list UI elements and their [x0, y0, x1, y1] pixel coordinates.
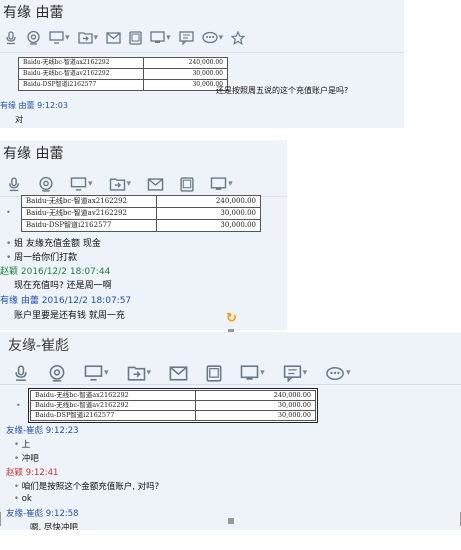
camera-icon[interactable] — [38, 176, 54, 192]
table-row: Baidu-无线bc-智道av2162292 30,000.00 — [21, 207, 261, 220]
account-name: Baidu-DSP智道i2162577 — [18, 79, 144, 91]
account-amount: 30,000.00 — [156, 219, 261, 232]
chat-title: 友缘-崔彪 — [8, 338, 70, 354]
message-text: • 冲吧 — [14, 454, 39, 464]
camera-icon[interactable] — [26, 30, 41, 45]
account-table: Baidu-无线bc-智道ax2162292 240,000.00 Baidu-无… — [30, 390, 316, 421]
table-row: Baidu-无线bc-智道ax2162292 240,000.00 — [30, 390, 316, 401]
file-transfer-icon[interactable]: ▾ — [109, 177, 131, 191]
message-text: • 姐 友缘充值金额 现金 — [6, 239, 101, 249]
chat-title: 有缘 由蕾 — [3, 146, 64, 162]
camera-icon[interactable] — [48, 364, 66, 382]
account-amount: 30,000.00 — [195, 400, 316, 411]
microphone-icon[interactable] — [12, 364, 30, 382]
message-icon[interactable] — [178, 30, 194, 45]
microphone-icon[interactable] — [6, 176, 22, 192]
mail-icon[interactable] — [106, 31, 121, 44]
table-row: Baidu-无线bc-智道ax2162292 240,000.00 — [18, 57, 228, 69]
account-amount: 240,000.00 — [143, 57, 228, 69]
table-row: Baidu-DSP智道i2162577 30,000.00 — [30, 410, 316, 421]
chat-panel-2: 有缘 由蕾 ▾ ▾ ▾ • Baidu-无线bc-智道ax2162292 240,… — [0, 140, 287, 330]
message-text: • ok — [14, 494, 32, 504]
message-text: 还是按照周五说的这个充值账户是吗? — [216, 86, 349, 95]
message-text: 账户里要是还有钱 就周一充 — [14, 311, 125, 321]
account-table-frame: Baidu-无线bc-智道ax2162292 240,000.00 Baidu-无… — [28, 388, 318, 423]
screen-share-icon[interactable]: ▾ — [70, 177, 93, 191]
chat-title: 有缘 由蕾 — [3, 5, 64, 21]
screenshot-icon[interactable]: ▾ — [240, 365, 265, 381]
account-amount: 30,000.00 — [156, 207, 261, 220]
toolbar-divider — [0, 52, 404, 53]
image-icon[interactable] — [129, 30, 142, 45]
account-name: Baidu-DSP智道i2162577 — [30, 410, 196, 421]
emoji-icon[interactable]: ▾ — [201, 31, 223, 44]
account-name: Baidu-无线bc-智道ax2162292 — [30, 390, 196, 401]
message-text: • 周一给你们打款 — [6, 253, 78, 263]
screen-share-icon[interactable]: ▾ — [49, 31, 70, 44]
image-icon[interactable] — [180, 176, 194, 192]
account-name: Baidu-无线bc-智道ax2162292 — [21, 195, 157, 208]
chat-panel-1: 有缘 由蕾 ▾ ▾ ▾ ▾ Baidu-无线bc-智道ax2162292 240,… — [0, 0, 404, 128]
selection-edge — [0, 512, 1, 526]
image-icon[interactable] — [206, 364, 222, 382]
account-name: Baidu-无线bc-智道ax2162292 — [18, 57, 144, 69]
list-bullet: • — [16, 401, 21, 410]
account-name: Baidu-无线bc-智道av2162292 — [21, 207, 157, 220]
sender-line: 赵颖 9:12:41 — [6, 468, 59, 478]
sender-line: 赵颖 2016/12/2 18:07:44 — [0, 267, 111, 277]
table-row: Baidu-无线bc-智道av2162292 30,000.00 — [18, 68, 228, 80]
file-transfer-icon[interactable]: ▾ — [127, 365, 151, 381]
message-text: 现在充值吗? 还是周一啊 — [14, 281, 112, 291]
chat-panel-3: 友缘-崔彪 ▾ ▾ ▾ ▾ ▾ • Baidu-无线bc-智道ax2162292… — [0, 332, 461, 530]
mail-icon[interactable] — [147, 177, 164, 191]
account-amount: 240,000.00 — [156, 195, 261, 208]
microphone-icon[interactable] — [4, 30, 18, 45]
sender-line: 有缘 由蕾 9:12:03 — [0, 101, 68, 110]
account-table: Baidu-无线bc-智道ax2162292 240,000.00 Baidu-无… — [18, 57, 228, 91]
rotate-handle-icon[interactable]: ↻ — [226, 312, 237, 325]
account-amount: 30,000.00 — [143, 79, 228, 91]
file-transfer-icon[interactable]: ▾ — [77, 31, 98, 44]
sender-line: 友缘-崔彪 9:12:23 — [6, 426, 79, 436]
table-row: Baidu-DSP智道i2162577 30,000.00 — [18, 79, 228, 91]
account-name: Baidu-无线bc-智道av2162292 — [18, 68, 144, 80]
toolbar: ▾ ▾ ▾ ▾ ▾ — [12, 364, 351, 382]
message-text: • 上 — [14, 440, 31, 450]
emoji-icon[interactable]: ▾ — [325, 366, 351, 381]
star-icon[interactable] — [231, 30, 246, 45]
account-amount: 240,000.00 — [195, 390, 316, 401]
account-amount: 30,000.00 — [195, 410, 316, 421]
screenshot-icon[interactable]: ▾ — [150, 31, 171, 44]
account-amount: 30,000.00 — [143, 68, 228, 80]
message-icon[interactable]: ▾ — [283, 364, 307, 382]
mail-icon[interactable] — [169, 365, 188, 381]
message-text: 嗯, 尽快冲吧 — [30, 523, 78, 530]
screen-share-icon[interactable]: ▾ — [84, 365, 109, 381]
toolbar: ▾ ▾ ▾ ▾ — [4, 30, 246, 45]
sender-line: 友缘-崔彪 9:12:58 — [6, 509, 79, 519]
screenshot-icon[interactable]: ▾ — [210, 177, 233, 191]
toolbar: ▾ ▾ ▾ — [6, 176, 233, 192]
resize-handle[interactable] — [228, 518, 234, 524]
account-name: Baidu-DSP智道i2162577 — [21, 219, 157, 232]
message-text: • 咱们是按照这个金额充值账户, 对吗? — [14, 482, 160, 492]
table-row: Baidu-无线bc-智道av2162292 30,000.00 — [30, 400, 316, 411]
sender-line: 有缘 由蕾 2016/12/2 18:07:57 — [0, 296, 132, 306]
account-name: Baidu-无线bc-智道av2162292 — [30, 400, 196, 411]
table-row: Baidu-无线bc-智道ax2162292 240,000.00 — [21, 195, 261, 208]
list-bullet: • — [6, 208, 11, 217]
toolbar-divider — [0, 384, 461, 385]
account-table: Baidu-无线bc-智道ax2162292 240,000.00 Baidu-无… — [21, 195, 261, 232]
table-row: Baidu-DSP智道i2162577 30,000.00 — [21, 219, 261, 232]
message-text: 对 — [15, 115, 23, 124]
